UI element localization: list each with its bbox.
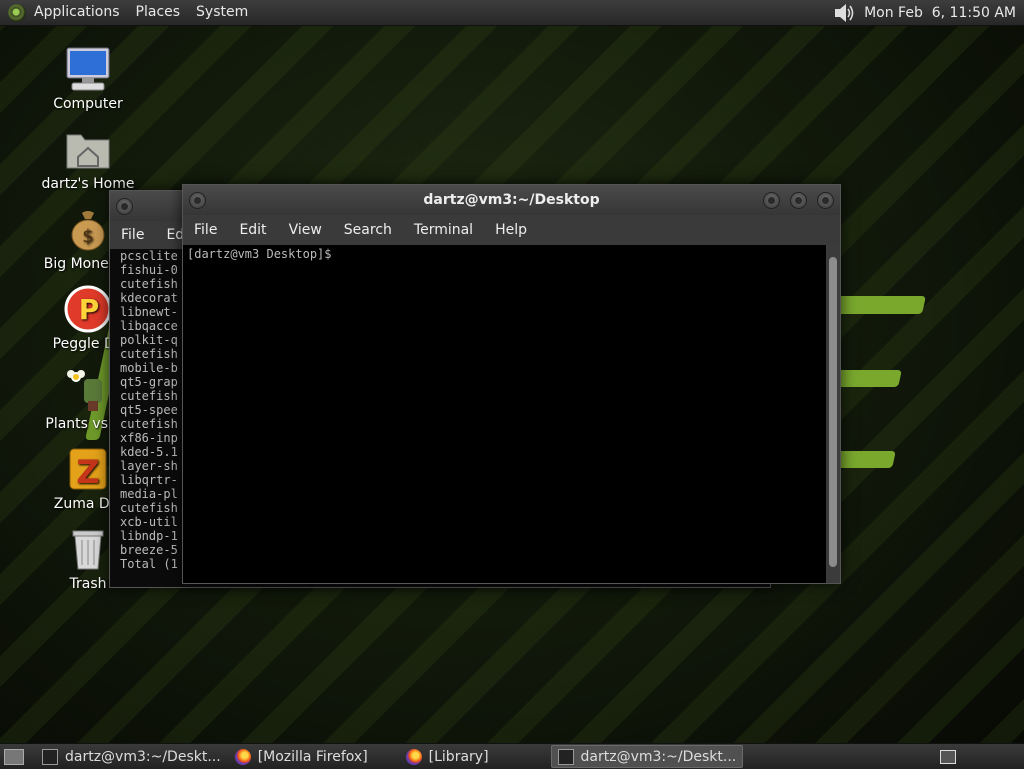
distro-logo-icon[interactable] — [8, 3, 26, 22]
menu-edit[interactable]: Edit — [228, 222, 277, 238]
terminal-window[interactable]: dartz@vm3:~/Desktop File Edit View Searc… — [182, 184, 841, 584]
menu-view[interactable]: View — [278, 222, 333, 238]
task-label: [Mozilla Firefox] — [257, 748, 368, 765]
menu-help[interactable]: Help — [484, 222, 538, 238]
clock[interactable]: Mon Feb 6, 11:50 AM — [864, 5, 1016, 21]
task-label: dartz@vm3:~/Deskt... — [580, 748, 737, 765]
show-desktop-icon[interactable] — [4, 748, 24, 765]
terminal-icon — [42, 748, 58, 765]
scrollbar-thumb[interactable] — [829, 257, 837, 567]
menu-search[interactable]: Search — [333, 222, 403, 238]
money-bag-icon: $ — [64, 205, 112, 253]
menu-file[interactable]: File — [110, 227, 155, 243]
applications-menu[interactable]: Applications — [26, 0, 128, 25]
taskbar-item-firefox[interactable]: [Mozilla Firefox] — [229, 746, 374, 767]
taskbar-item-terminal[interactable]: dartz@vm3:~/Deskt... — [36, 746, 227, 767]
terminal-prompt: [dartz@vm3 Desktop]$ — [187, 247, 332, 261]
terminal-menubar: File Edit View Search Terminal Help — [183, 215, 840, 245]
taskbar-item-terminal-active[interactable]: dartz@vm3:~/Deskt... — [550, 745, 744, 768]
terminal-icon — [557, 748, 574, 765]
maximize-button[interactable] — [790, 192, 807, 209]
window-menu-button[interactable] — [116, 198, 133, 215]
zuma-icon: Z — [64, 445, 112, 493]
terminal-output[interactable]: [dartz@vm3 Desktop]$ — [183, 245, 826, 583]
task-label: [Library] — [428, 748, 489, 765]
svg-text:Z: Z — [76, 453, 99, 491]
task-label: dartz@vm3:~/Deskt... — [65, 748, 221, 765]
menu-file[interactable]: File — [183, 222, 228, 238]
places-menu[interactable]: Places — [128, 0, 189, 25]
desktop-icon-label: Computer — [53, 96, 123, 112]
desktop-icon-computer[interactable]: Computer — [33, 45, 143, 112]
panel-tray: Mon Feb 6, 11:50 AM — [834, 3, 1024, 23]
trash-icon — [64, 525, 112, 573]
terminal-scrollbar[interactable] — [826, 245, 840, 583]
window-menu-button[interactable] — [189, 192, 206, 209]
minimize-button[interactable] — [763, 192, 780, 209]
menu-terminal[interactable]: Terminal — [403, 222, 484, 238]
computer-icon — [64, 45, 112, 93]
peggle-icon: P — [64, 285, 112, 333]
bottom-panel: dartz@vm3:~/Deskt... [Mozilla Firefox] [… — [0, 743, 1024, 769]
top-panel: Applications Places System Mon Feb 6, 11… — [0, 0, 1024, 26]
desktop-icon-home[interactable]: dartz's Home — [33, 125, 143, 192]
close-button[interactable] — [817, 192, 834, 209]
svg-text:$: $ — [82, 226, 93, 247]
taskbar-item-library[interactable]: [Library] — [400, 746, 495, 767]
firefox-icon — [234, 748, 251, 765]
firefox-icon — [405, 748, 422, 765]
home-folder-icon — [64, 125, 112, 173]
workspace-switcher-icon[interactable] — [940, 749, 956, 764]
svg-text:P: P — [79, 293, 100, 326]
system-menu[interactable]: System — [188, 0, 256, 25]
window-titlebar[interactable]: dartz@vm3:~/Desktop — [183, 185, 840, 215]
plants-vs-zombies-icon — [64, 365, 112, 413]
window-title: dartz@vm3:~/Desktop — [423, 192, 600, 208]
volume-icon[interactable] — [834, 3, 856, 23]
